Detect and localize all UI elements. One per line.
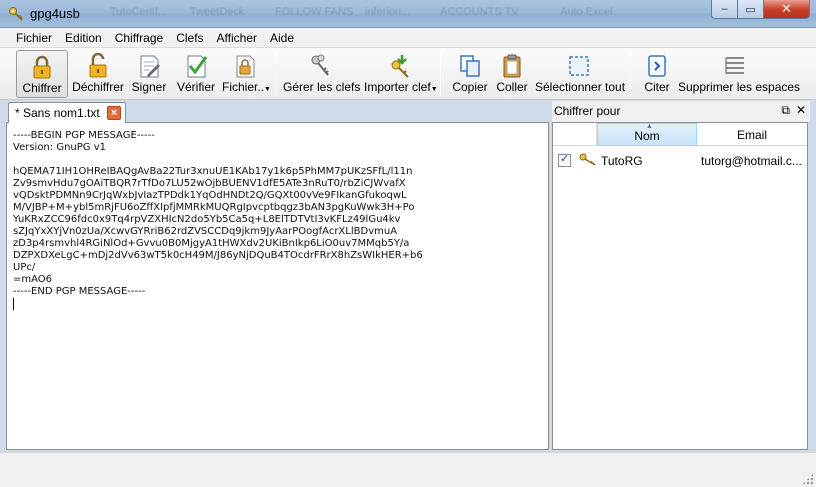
select-all-icon [569,56,589,76]
decrypt-label: Déchiffrer [72,80,124,94]
encrypt-for-panel: Chiffrer pour ⧉ ✕ ▲ Nom Email ✓ TutoRG t… [552,101,810,450]
column-name[interactable]: ▲ Nom [597,123,697,146]
menu-chiffrage[interactable]: Chiffrage [109,28,169,47]
copy-button[interactable]: Copier [450,50,490,98]
background-tab-ghost: FOLLOW FANS [275,6,354,18]
tab-sans-nom1[interactable]: * Sans nom1.txt × [8,102,126,124]
encrypt-label: Chiffrer [22,81,62,95]
import-key-button[interactable]: Importer clef▼ [364,50,438,98]
sort-ascending-icon: ▲ [646,123,653,130]
copy-icon [460,55,480,77]
background-tab-ghost: inferiou... [365,6,411,18]
quote-button[interactable]: Citer [640,50,674,98]
window-title: gpg4usb [30,6,80,21]
column-checkbox[interactable] [553,123,597,146]
column-email[interactable]: Email [697,123,807,146]
lock-open-icon [89,53,107,78]
import-key-icon [391,55,409,78]
verify-check-icon [187,55,208,78]
key-name: TutoRG [601,154,643,168]
select-all-label: Sélectionner tout [535,80,626,94]
key-checkbox[interactable]: ✓ [558,153,571,167]
remove-spaces-button[interactable]: Supprimer les espaces [678,50,801,98]
background-tab-ghost: TweetDeck [190,6,245,18]
toolbar-separator [276,52,277,96]
key-row[interactable]: ✓ TutoRG tutorg@hotmail.c... [553,149,807,171]
menu-edition[interactable]: Edition [59,28,108,47]
menu-bar: Fichier Edition Chiffrage Clefs Afficher… [0,28,816,48]
quote-label: Citer [644,80,670,94]
menu-clefs[interactable]: Clefs [170,28,209,47]
background-tab-ghost: ACCOUNTS TV [440,6,519,18]
maximize-button[interactable]: ▭ [738,0,764,19]
paste-button[interactable]: Coller [494,50,530,98]
manage-keys-button[interactable]: Gérer les clefs [283,50,361,98]
select-all-button[interactable]: Sélectionner tout [535,50,626,98]
remove-spaces-label: Supprimer les espaces [678,80,801,94]
sign-label: Signer [131,80,167,94]
file-label: Fichier..▼ [222,80,271,94]
editor-panel: * Sans nom1.txt × -----BEGIN PGP MESSAGE… [6,101,549,450]
document-tabs: * Sans nom1.txt × [6,101,549,124]
background-tab-ghost: TutoCertif... [110,6,168,18]
text-editor[interactable]: -----BEGIN PGP MESSAGE----- Version: Gnu… [6,123,549,450]
text-cursor [13,298,14,310]
quote-icon [648,55,666,77]
remove-spaces-icon [725,57,744,74]
verify-label: Vérifier [176,80,215,94]
title-bar: gpg4usb TutoCertif... TweetDeck FOLLOW F… [0,0,816,28]
key-list-header: ▲ Nom Email [553,123,807,146]
toolbar-separator [630,52,631,96]
background-tab-ghost: Auto Excel [560,6,613,18]
toolbar: Chiffrer Déchiffrer Signer Vérifier Fich… [0,48,816,100]
undock-icon[interactable]: ⧉ [781,103,790,118]
status-bar [0,452,816,487]
import-key-label: Importer clef▼ [364,80,438,94]
manage-keys-label: Gérer les clefs [283,80,361,94]
file-button[interactable]: Fichier..▼ [222,50,271,98]
menu-afficher[interactable]: Afficher [211,28,263,47]
close-tab-icon[interactable]: × [107,106,121,120]
decrypt-button[interactable]: Déchiffrer [70,50,126,98]
toolbar-separator [440,52,441,96]
tab-title: * Sans nom1.txt [15,106,100,120]
app-key-icon [9,7,23,21]
menu-fichier[interactable]: Fichier [10,28,58,47]
encrypt-button[interactable]: Chiffrer [16,50,68,98]
panel-header: Chiffrer pour ⧉ ✕ [552,101,810,122]
sign-button[interactable]: Signer [129,50,169,98]
editor-content: -----BEGIN PGP MESSAGE----- Version: Gnu… [13,130,542,312]
close-button[interactable]: ✕ [764,0,810,19]
window-controls: – ▭ ✕ [711,0,810,19]
copy-label: Copier [452,80,488,94]
paste-label: Coller [496,80,528,94]
menu-aide[interactable]: Aide [264,28,300,47]
verify-button[interactable]: Vérifier [174,50,218,98]
panel-title: Chiffrer pour [554,104,621,118]
key-icon [579,153,596,166]
key-email: tutorg@hotmail.c... [701,154,802,168]
file-lock-icon [236,55,255,78]
lock-closed-icon [33,55,51,79]
close-panel-icon[interactable]: ✕ [796,103,806,118]
keys-icon [311,54,329,76]
minimize-button[interactable]: – [711,0,738,19]
sign-document-icon [140,55,160,78]
resize-grip-icon[interactable] [802,473,814,485]
paste-clipboard-icon [503,54,521,78]
key-list: ▲ Nom Email ✓ TutoRG tutorg@hotmail.c... [552,122,808,450]
